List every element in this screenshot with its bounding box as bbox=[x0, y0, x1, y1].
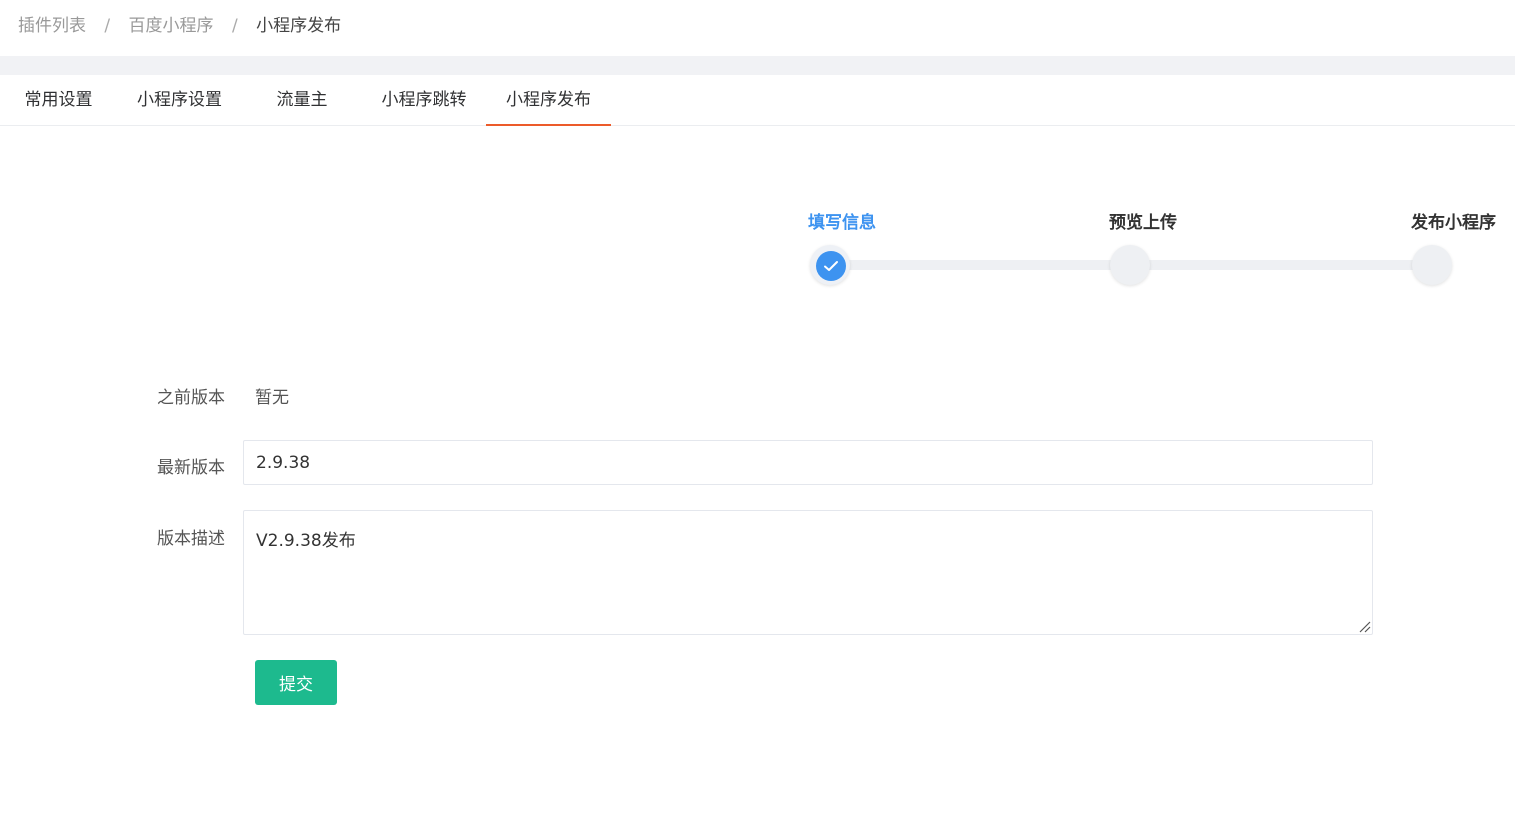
tab-miniprogram-publish[interactable]: 小程序发布 bbox=[486, 75, 611, 126]
tab-common-settings[interactable]: 常用设置 bbox=[0, 75, 117, 125]
version-description-label: 版本描述 bbox=[157, 529, 225, 549]
resize-handle-icon[interactable] bbox=[1357, 619, 1371, 633]
previous-version-value: 暂无 bbox=[255, 388, 289, 408]
step-title-preview-upload: 预览上传 bbox=[1109, 213, 1177, 233]
previous-version-label: 之前版本 bbox=[157, 388, 225, 408]
tab-miniprogram-jump[interactable]: 小程序跳转 bbox=[362, 75, 486, 125]
latest-version-input[interactable] bbox=[243, 440, 1373, 485]
step-dot-fill-info bbox=[810, 245, 850, 285]
breadcrumb-current-page: 小程序发布 bbox=[256, 16, 342, 36]
step-title-fill-info: 填写信息 bbox=[808, 213, 876, 233]
breadcrumb-separator: / bbox=[231, 16, 238, 36]
publish-steps: 填写信息 预览上传 发布小程序 bbox=[808, 205, 1508, 295]
breadcrumb: 插件列表 / 百度小程序 / 小程序发布 bbox=[18, 14, 341, 38]
step-title-publish: 发布小程序 bbox=[1411, 213, 1496, 233]
check-icon bbox=[816, 251, 846, 281]
latest-version-label: 最新版本 bbox=[157, 458, 225, 478]
breadcrumb-plugin-list[interactable]: 插件列表 bbox=[18, 16, 86, 36]
tab-bar: 常用设置 小程序设置 流量主 小程序跳转 小程序发布 bbox=[0, 75, 1515, 126]
tab-miniprogram-settings[interactable]: 小程序设置 bbox=[117, 75, 242, 125]
breadcrumb-separator: / bbox=[104, 16, 111, 36]
step-dot-publish bbox=[1412, 245, 1452, 285]
tab-traffic-master[interactable]: 流量主 bbox=[242, 75, 362, 125]
step-dot-preview-upload bbox=[1110, 245, 1150, 285]
header-divider-band bbox=[0, 56, 1515, 75]
version-description-textarea[interactable]: V2.9.38发布 bbox=[243, 510, 1373, 635]
step-connector bbox=[846, 260, 1116, 270]
step-connector bbox=[1147, 260, 1419, 270]
breadcrumb-baidu-miniprogram[interactable]: 百度小程序 bbox=[129, 16, 214, 36]
submit-button[interactable]: 提交 bbox=[255, 660, 337, 705]
